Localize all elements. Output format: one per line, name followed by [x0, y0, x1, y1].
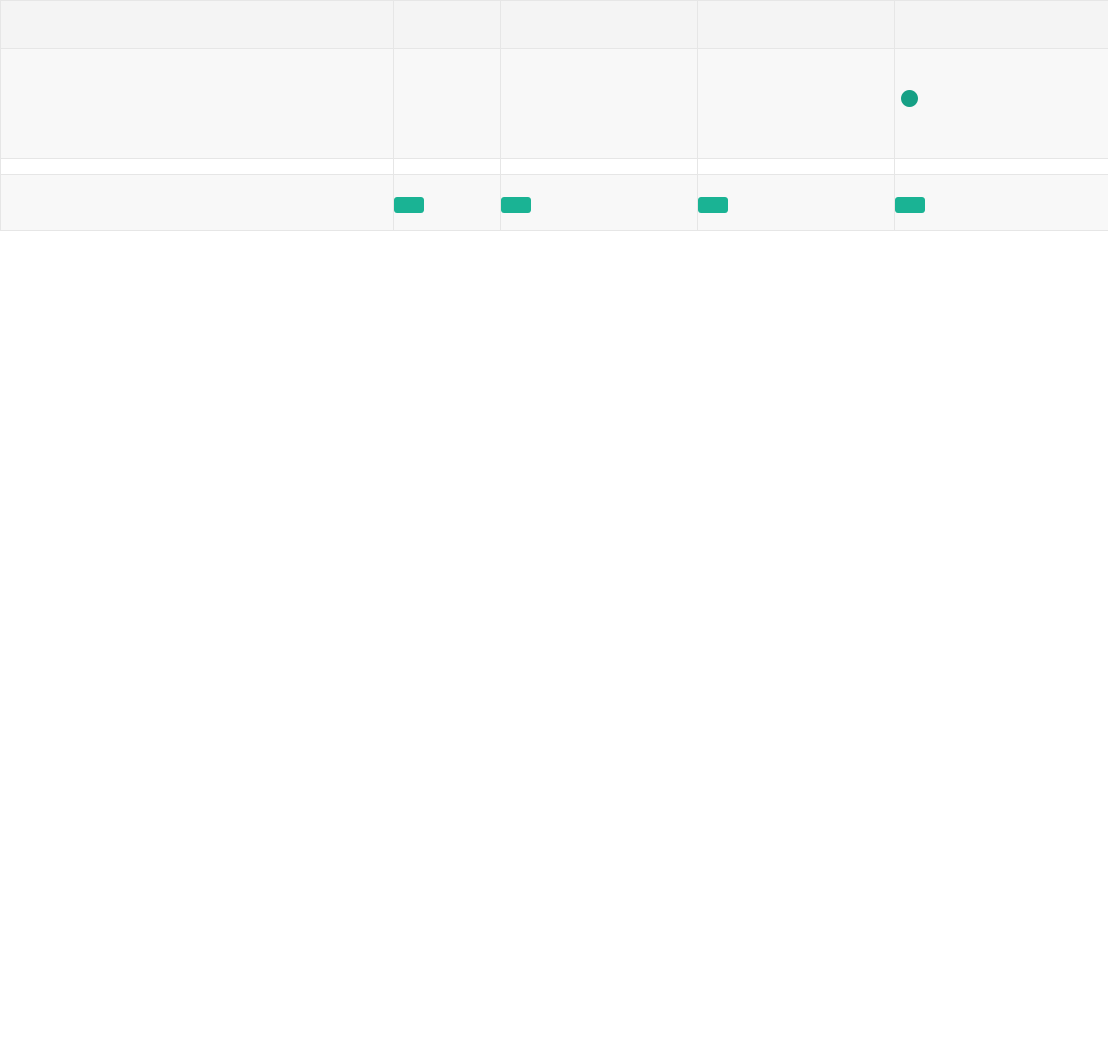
signup-cell-premium-top	[698, 175, 895, 231]
spacer-row-top	[1, 159, 1108, 175]
pricing-comparison-table	[0, 0, 1108, 231]
plan-header-row	[1, 1, 1108, 49]
spacer-cell-standard	[501, 159, 698, 175]
signup-button-enterprise-top[interactable]	[895, 197, 925, 213]
signup-cell-enterprise-top	[895, 175, 1108, 231]
price-cell-basic	[394, 49, 501, 159]
table-header	[1, 1, 1108, 49]
price-row-label	[1, 49, 394, 159]
spacer-cell-basic	[394, 159, 501, 175]
table-body	[1, 49, 1108, 231]
signup-button-basic-top[interactable]	[394, 197, 424, 213]
signup-button-standard-top[interactable]	[501, 197, 531, 213]
spacer-cell-enterprise	[895, 159, 1108, 175]
signup-button-premium-top[interactable]	[698, 197, 728, 213]
signup-row-top	[1, 175, 1108, 231]
spacer-cell-premium	[698, 159, 895, 175]
signup-cell-standard-top	[501, 175, 698, 231]
price-cell-enterprise	[895, 49, 1108, 159]
spacer-cell-feature	[1, 159, 394, 175]
price-cell-standard	[501, 49, 698, 159]
header-plan-basic	[394, 1, 501, 49]
header-blank-cell	[1, 1, 394, 49]
price-row	[1, 49, 1108, 159]
header-plan-enterprise	[895, 1, 1108, 49]
signup-cell-basic-top	[394, 175, 501, 231]
price-cell-premium	[698, 49, 895, 159]
header-plan-premium	[698, 1, 895, 49]
signup-row-top-blank	[1, 175, 394, 231]
header-plan-standard	[501, 1, 698, 49]
info-icon[interactable]	[901, 90, 918, 107]
